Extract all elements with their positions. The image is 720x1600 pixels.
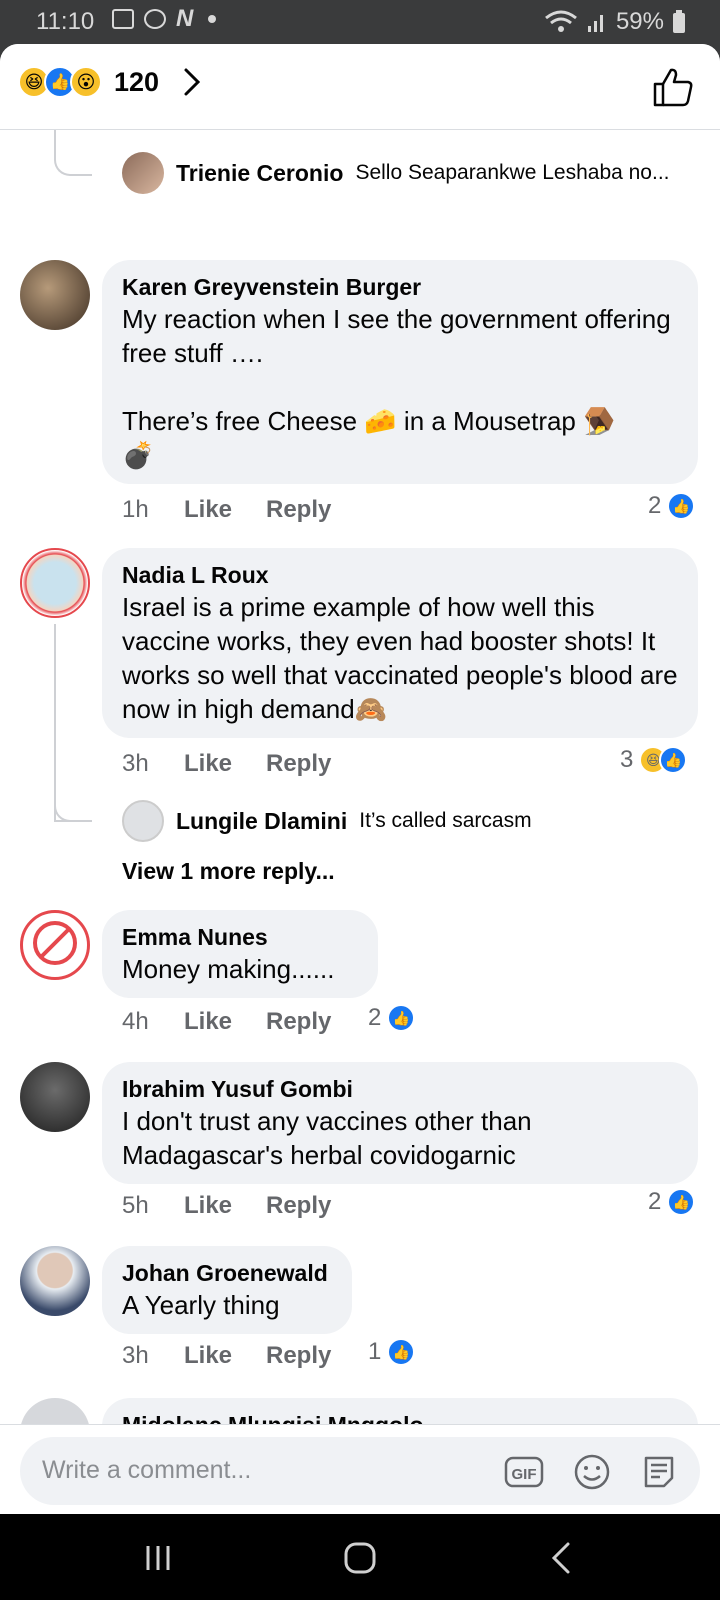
wow-icon: 😮 — [70, 66, 102, 98]
gif-icon[interactable]: GIF — [504, 1452, 544, 1492]
comment-text: A Yearly thing — [122, 1290, 280, 1320]
wifi-icon — [545, 10, 577, 32]
whatsapp-icon — [144, 9, 166, 29]
comment-bubble[interactable]: Emma Nunes Money making...... — [102, 910, 378, 998]
comment-author[interactable]: Ibrahim Yusuf Gombi — [122, 1074, 678, 1104]
n-app-icon: N — [176, 5, 194, 32]
comment-bubble[interactable]: Midolanc Mlungisi Mngqolo — [102, 1398, 698, 1424]
notification-icons: N — [112, 5, 216, 32]
comment-time: 1h — [122, 496, 149, 523]
reply-button[interactable]: Reply — [266, 750, 331, 778]
like-icon: 👍 — [387, 1338, 416, 1366]
avatar[interactable] — [20, 1062, 90, 1132]
comment-bubble[interactable]: Karen Greyvenstein Burger My reaction wh… — [102, 260, 698, 484]
reaction-badge[interactable]: 3 😆 👍 — [620, 746, 688, 774]
like-button[interactable]: Like — [184, 496, 232, 524]
comments-list: Trienie Ceronio Sello Seaparankwe Leshab… — [0, 130, 720, 1424]
battery-icon — [673, 10, 685, 33]
like-button[interactable]: Like — [184, 1008, 232, 1036]
navigation-bar — [0, 1514, 720, 1600]
chevron-right-icon — [184, 68, 201, 96]
home-icon[interactable] — [340, 1538, 380, 1578]
reply-button[interactable]: Reply — [266, 1192, 331, 1220]
recents-icon[interactable] — [138, 1538, 178, 1578]
reaction-badge[interactable]: 2 👍 — [368, 1004, 416, 1032]
like-outline-icon[interactable] — [652, 66, 694, 108]
comment-time: 5h — [122, 1192, 149, 1219]
comment-input[interactable]: Write a comment... GIF — [20, 1437, 700, 1505]
sticker-icon[interactable] — [640, 1452, 680, 1492]
comment-bubble[interactable]: Nadia L Roux Israel is a prime example o… — [102, 548, 698, 738]
reply-text: Sello Seaparankwe Leshaba no... — [355, 161, 670, 184]
like-icon: 👍 — [667, 492, 696, 520]
battery-percent: 59% — [615, 8, 664, 35]
thread-line — [54, 130, 92, 176]
comment-author[interactable]: Midolanc Mlungisi Mngqolo — [122, 1410, 678, 1424]
like-button[interactable]: Like — [184, 1192, 232, 1220]
view-more-replies[interactable]: View 1 more reply... — [122, 858, 335, 885]
reply-author[interactable]: Lungile Dlamini — [176, 808, 347, 835]
reaction-number: 2 — [648, 1188, 662, 1215]
comment-time: 4h — [122, 1008, 149, 1035]
avatar[interactable] — [20, 1246, 90, 1316]
no-vaccine-icon — [33, 921, 77, 965]
avatar[interactable] — [122, 152, 164, 194]
more-notifications-icon — [208, 15, 216, 23]
comment-bubble[interactable]: Johan Groenewald A Yearly thing — [102, 1246, 352, 1334]
reaction-count: 120 — [114, 66, 160, 97]
avatar[interactable] — [122, 800, 164, 842]
avatar[interactable] — [20, 260, 90, 330]
avatar[interactable] — [20, 1398, 90, 1424]
reaction-badge[interactable]: 2 👍 — [648, 1188, 696, 1216]
like-icon: 👍 — [667, 1188, 696, 1216]
reply-item[interactable]: Trienie Ceronio Sello Seaparankwe Leshab… — [122, 152, 670, 194]
status-right: 59% — [544, 8, 686, 36]
comment-placeholder: Write a comment... — [42, 1456, 252, 1484]
reaction-badge[interactable]: 2 👍 — [648, 492, 696, 520]
comment-time: 3h — [122, 750, 149, 777]
like-icon: 👍 — [659, 746, 688, 774]
signal-icon — [587, 15, 603, 32]
reaction-number: 3 — [620, 746, 634, 773]
avatar[interactable] — [20, 548, 90, 618]
reply-button[interactable]: Reply — [266, 1342, 331, 1370]
like-icon: 👍 — [387, 1004, 416, 1032]
reply-button[interactable]: Reply — [266, 496, 331, 524]
reply-text: It’s called sarcasm — [359, 809, 532, 832]
svg-text:GIF: GIF — [512, 1466, 537, 1483]
comment-bubble[interactable]: Ibrahim Yusuf Gombi I don't trust any va… — [102, 1062, 698, 1184]
reply-button[interactable]: Reply — [266, 1008, 331, 1036]
gallery-icon — [112, 9, 134, 29]
comment-text: I don't trust any vaccines other than Ma… — [122, 1106, 532, 1170]
comment-composer: Write a comment... GIF — [0, 1424, 720, 1514]
reaction-number: 1 — [368, 1338, 382, 1365]
like-button[interactable]: Like — [184, 1342, 232, 1370]
emoji-icon[interactable] — [572, 1452, 612, 1492]
reaction-number: 2 — [368, 1004, 382, 1031]
status-bar: 11:10 N 59% — [0, 0, 720, 44]
sheet-header: 😆 👍 😮 120 — [0, 44, 720, 130]
comments-sheet: 😆 👍 😮 120 Trienie Ceronio Sello Seaparan… — [0, 44, 720, 1514]
comment-author[interactable]: Emma Nunes — [122, 922, 358, 952]
comment-text: My reaction when I see the government of… — [122, 304, 671, 470]
reaction-number: 2 — [648, 492, 662, 519]
reply-author[interactable]: Trienie Ceronio — [176, 160, 343, 187]
comment-text: Israel is a prime example of how well th… — [122, 592, 678, 724]
comment-time: 3h — [122, 1342, 149, 1369]
reactions-summary[interactable]: 😆 👍 😮 120 — [18, 66, 205, 98]
avatar[interactable] — [20, 910, 90, 980]
comment-author[interactable]: Johan Groenewald — [122, 1258, 332, 1288]
back-icon[interactable] — [542, 1538, 582, 1578]
like-button[interactable]: Like — [184, 750, 232, 778]
thread-line — [54, 770, 92, 822]
reply-item[interactable]: Lungile Dlamini It’s called sarcasm — [122, 800, 532, 842]
status-time: 11:10 — [36, 8, 95, 35]
comment-author[interactable]: Nadia L Roux — [122, 560, 678, 590]
comment-author[interactable]: Karen Greyvenstein Burger — [122, 272, 678, 302]
reaction-badge[interactable]: 1 👍 — [368, 1338, 416, 1366]
comment-text: Money making...... — [122, 954, 335, 984]
